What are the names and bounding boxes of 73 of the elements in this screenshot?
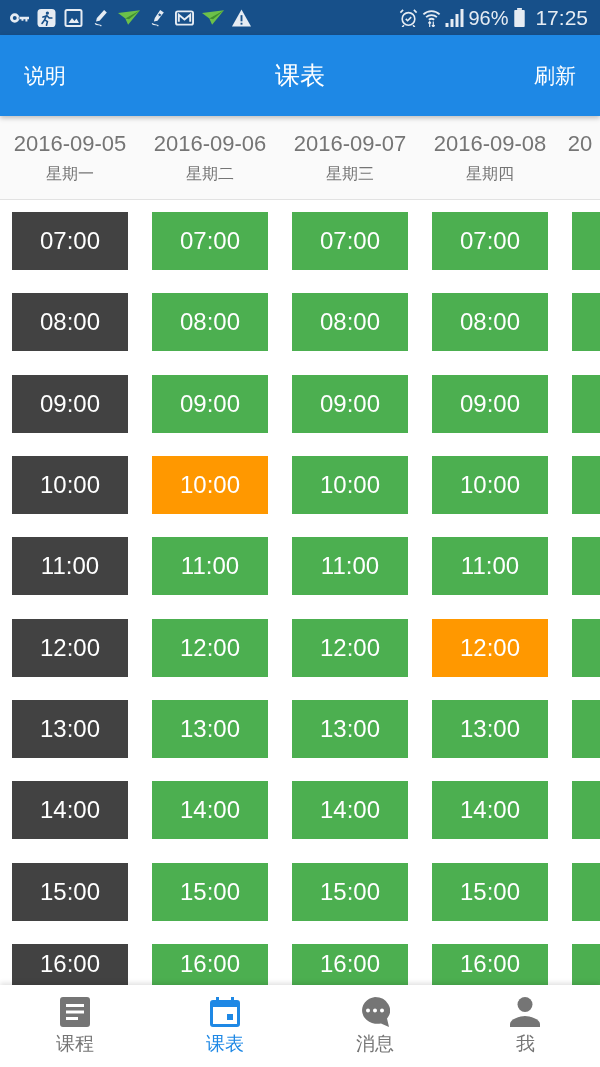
time-slot[interactable]: 09:00	[12, 374, 128, 433]
page-title: 课表	[275, 60, 325, 91]
time-slot[interactable]: 08:00	[12, 293, 128, 352]
nav-tab[interactable]: 消息	[300, 985, 450, 1067]
time-slot[interactable]: 12:00	[12, 618, 128, 677]
weekday-label: 星期二	[186, 164, 234, 184]
help-button[interactable]: 说明	[0, 51, 90, 100]
time-slot[interactable]: 07:00	[432, 212, 548, 270]
time-slot[interactable]: 07:00	[152, 212, 268, 270]
time-slot[interactable]: 07:00	[12, 212, 128, 270]
weekday-label: 星期四	[466, 164, 514, 184]
signal-icon	[445, 8, 465, 27]
time-slot[interactable]: 08:00	[152, 293, 268, 352]
time-slot[interactable]: 13:00	[432, 699, 548, 758]
time-slot[interactable]: 15:00	[432, 862, 548, 921]
document-icon	[60, 997, 90, 1027]
time-slot[interactable]: 16:00	[432, 943, 548, 985]
time-slot[interactable]: 14:00	[292, 781, 408, 840]
nav-tab[interactable]: 我	[450, 985, 600, 1067]
time-slot[interactable]: 08:00	[432, 293, 548, 352]
time-slot[interactable]: 13:00	[292, 699, 408, 758]
time-slot[interactable]: 11:00	[152, 537, 268, 596]
time-slot[interactable]: 12:00	[432, 618, 548, 677]
time-slot[interactable]: 15:00	[12, 862, 128, 921]
mail-icon	[175, 8, 194, 27]
time-slot[interactable]: 15:00	[152, 862, 268, 921]
date-label: 2016-09-07	[293, 131, 407, 157]
time-slot[interactable]: 14:00	[152, 781, 268, 840]
time-slot[interactable]: 14:00	[12, 781, 128, 840]
nav-tab[interactable]: 课程	[0, 985, 150, 1067]
time-slot[interactable]: 11:00	[12, 537, 128, 596]
nav-tab[interactable]: 课表	[150, 985, 300, 1067]
refresh-button[interactable]: 刷新	[510, 51, 600, 100]
time-slot[interactable]: 10:00	[152, 456, 268, 514]
time-slot[interactable]: 16:00	[12, 943, 128, 985]
battery-icon	[514, 8, 526, 27]
time-slot[interactable]: 13:00	[152, 699, 268, 758]
warning-icon	[232, 8, 251, 27]
time-slot[interactable]: 08:00	[292, 293, 408, 352]
battery-percent: 96%	[468, 6, 509, 29]
time-slot[interactable]: 16:00	[292, 943, 408, 985]
calendar-icon	[210, 997, 240, 1027]
time-slot[interactable]: 07:00	[292, 212, 408, 270]
time-slot[interactable]: 15:00	[292, 862, 408, 921]
time-slot[interactable]: 13:00	[12, 699, 128, 758]
weekday-label: 星期一	[46, 164, 94, 184]
chat-bubble-icon	[360, 997, 390, 1027]
date-label: 2016-09-05	[13, 131, 127, 157]
time-slot[interactable]: 11:00	[292, 537, 408, 596]
wifi-icon	[422, 8, 442, 27]
clock-time: 17:25	[535, 6, 588, 29]
runner-icon	[37, 8, 56, 27]
time-slot[interactable]: 10:00	[292, 456, 408, 514]
paper-plane-icon	[202, 10, 224, 25]
date-label: 20	[567, 131, 593, 157]
time-slot[interactable]: 09:00	[432, 374, 548, 433]
time-slot[interactable]: 12:00	[292, 618, 408, 677]
weekday-label: 星期三	[326, 164, 374, 184]
image-icon	[64, 8, 83, 27]
time-slot[interactable]	[572, 943, 600, 985]
time-slot[interactable]: 09:00	[152, 374, 268, 433]
time-slot[interactable]: 11:00	[432, 537, 548, 596]
date-label: 2016-09-08	[433, 131, 547, 157]
alarm-clock-icon	[399, 8, 419, 27]
time-slot[interactable]: 12:00	[152, 618, 268, 677]
time-slot[interactable]: 16:00	[152, 943, 268, 985]
time-slot[interactable]: 14:00	[432, 781, 548, 840]
time-slot[interactable]: 10:00	[12, 456, 128, 514]
time-slot[interactable]: 10:00	[432, 456, 548, 514]
time-slot[interactable]: 09:00	[292, 374, 408, 433]
person-icon	[510, 997, 540, 1027]
date-label: 2016-09-06	[153, 131, 267, 157]
paper-plane-icon	[118, 10, 140, 25]
